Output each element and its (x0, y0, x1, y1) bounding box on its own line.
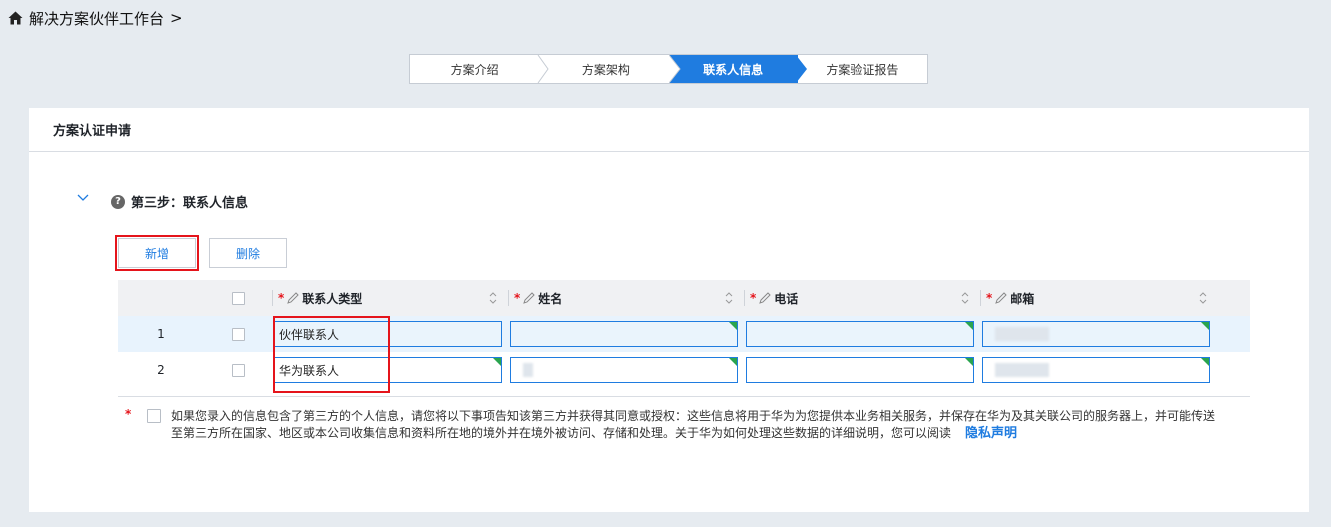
name-field[interactable] (510, 357, 738, 383)
valid-marker (1201, 322, 1209, 330)
column-header-email[interactable]: * 邮箱 (980, 280, 1218, 316)
row-index: 2 (157, 363, 165, 377)
edit-icon (995, 292, 1007, 304)
chevron-down-icon[interactable] (77, 194, 89, 202)
step-wizard: 方案介绍 方案架构 联系人信息 方案验证报告 (409, 54, 928, 84)
required-mark: * (750, 291, 757, 305)
valid-marker (1201, 358, 1209, 366)
header-content: * 电话 (744, 280, 980, 316)
row-index: 1 (157, 327, 165, 341)
privacy-statement-link[interactable]: 隐私声明 (965, 426, 1017, 441)
valid-marker (965, 358, 973, 366)
home-icon[interactable] (8, 11, 23, 25)
header-content: * 邮箱 (980, 280, 1218, 316)
valid-marker (729, 358, 737, 366)
privacy-consent: * 如果您录入的信息包含了第三方的个人信息，请您将以下事项告知该第三方并获得其同… (125, 407, 1225, 442)
phone-field[interactable] (746, 321, 974, 347)
row-select-cell (204, 316, 272, 352)
contact-type-value: 华为联系人 (279, 363, 340, 378)
redacted-value (523, 363, 533, 377)
edit-icon (287, 292, 299, 304)
sort-icon[interactable] (1198, 290, 1208, 306)
cell-name (508, 316, 744, 352)
edit-icon (759, 292, 771, 304)
sort-icon[interactable] (488, 290, 498, 306)
sort-icon[interactable] (724, 290, 734, 306)
cell-phone (744, 316, 980, 352)
consent-text: 如果您录入的信息包含了第三方的个人信息，请您将以下事项告知该第三方并获得其同意或… (171, 409, 1216, 440)
header-content: * 联系人类型 (272, 280, 508, 316)
contact-type-field[interactable]: 伙伴联系人 (274, 321, 502, 347)
email-field[interactable] (982, 357, 1210, 383)
section-header: ? 第三步：联系人信息 (111, 192, 248, 211)
column-header-phone[interactable]: * 电话 (744, 280, 980, 316)
table-row[interactable]: 1 伙伴联系人 (118, 316, 1250, 352)
step-verification-report[interactable]: 方案验证报告 (798, 55, 927, 83)
cell-type: 伙伴联系人 (272, 316, 508, 352)
column-label: 电话 (774, 291, 799, 306)
step-label: 方案验证报告 (826, 62, 899, 77)
row-checkbox[interactable] (232, 327, 245, 341)
step-arrow-icon (795, 55, 807, 83)
required-mark: * (278, 291, 285, 305)
row-select-cell (204, 352, 272, 388)
application-card: 方案认证申请 ? 第三步：联系人信息 新增 删除 * 联系人类型 * 姓名 * … (29, 108, 1309, 512)
column-label: 邮箱 (1010, 291, 1035, 306)
column-label: 姓名 (538, 291, 563, 306)
phone-field[interactable] (746, 357, 974, 383)
breadcrumb-separator: > (170, 9, 183, 27)
delete-button[interactable]: 删除 (209, 238, 287, 268)
table-row[interactable]: 2 华为联系人 (118, 352, 1250, 388)
valid-marker (729, 322, 737, 330)
consent-checkbox[interactable] (147, 409, 161, 423)
cell-name (508, 352, 744, 388)
card-title: 方案认证申请 (29, 108, 1309, 152)
header-content: * 姓名 (508, 280, 744, 316)
add-button[interactable]: 新增 (115, 235, 199, 271)
step-arrow-icon (668, 55, 681, 83)
column-header-type[interactable]: * 联系人类型 (272, 280, 508, 316)
edit-icon (523, 292, 535, 304)
valid-marker (493, 358, 501, 366)
cell-email (980, 352, 1218, 388)
step-arrow-icon (537, 55, 549, 83)
breadcrumb: 解决方案伙伴工作台 > (8, 8, 183, 28)
breadcrumb-title[interactable]: 解决方案伙伴工作台 (29, 8, 164, 29)
redacted-value (995, 327, 1049, 341)
cell-email (980, 316, 1218, 352)
select-all-cell (204, 280, 272, 316)
step-label: 方案介绍 (450, 62, 499, 77)
step-architecture[interactable]: 方案架构 (539, 55, 668, 83)
header-index (118, 280, 204, 316)
sort-icon[interactable] (960, 290, 970, 306)
column-label: 联系人类型 (302, 291, 363, 306)
required-mark: * (125, 407, 132, 421)
contacts-table: * 联系人类型 * 姓名 * 电话 * 邮箱 1 伙伴联系人 2 华为联系人 (118, 280, 1250, 388)
step-intro[interactable]: 方案介绍 (410, 55, 549, 83)
section-title: 第三步：联系人信息 (131, 196, 249, 211)
row-checkbox[interactable] (232, 363, 245, 377)
step-label: 联系人信息 (703, 62, 764, 77)
required-mark: * (514, 291, 521, 305)
consent-text-block: 如果您录入的信息包含了第三方的个人信息，请您将以下事项告知该第三方并获得其同意或… (171, 408, 1225, 442)
column-header-name[interactable]: * 姓名 (508, 280, 744, 316)
contact-type-value: 伙伴联系人 (279, 327, 340, 342)
cell-type: 华为联系人 (272, 352, 508, 388)
required-mark: * (986, 291, 993, 305)
cell-phone (744, 352, 980, 388)
email-field[interactable] (982, 321, 1210, 347)
help-icon[interactable]: ? (111, 194, 125, 209)
valid-marker (965, 322, 973, 330)
step-label: 方案架构 (581, 62, 630, 77)
divider (118, 396, 1250, 397)
contact-type-field[interactable]: 华为联系人 (274, 357, 502, 383)
redacted-value (995, 363, 1049, 377)
step-contacts[interactable]: 联系人信息 (668, 55, 807, 83)
name-field[interactable] (510, 321, 738, 347)
table-header: * 联系人类型 * 姓名 * 电话 * 邮箱 (118, 280, 1250, 316)
select-all-checkbox[interactable] (232, 291, 245, 305)
